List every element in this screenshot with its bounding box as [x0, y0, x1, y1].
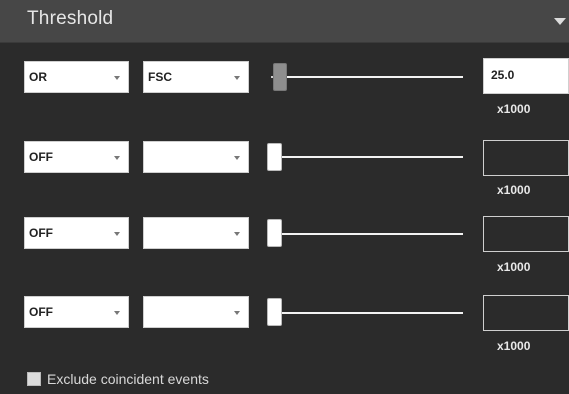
- caret-down-icon: [114, 232, 120, 236]
- parameter-select-value: FSC: [148, 70, 172, 84]
- logic-select-value: OFF: [29, 226, 53, 240]
- threshold-value-text: 25.0: [491, 68, 515, 82]
- slider-thumb[interactable]: [267, 219, 282, 247]
- unit-label: x1000: [497, 339, 531, 353]
- threshold-row: OFF x1000: [0, 140, 569, 200]
- threshold-slider[interactable]: [270, 156, 463, 158]
- exclude-coincident-label: Exclude coincident events: [47, 371, 209, 387]
- threshold-value-input[interactable]: [483, 295, 569, 331]
- threshold-row: OR FSC 25.0 x1000: [0, 58, 569, 118]
- threshold-value-input[interactable]: 25.0: [483, 58, 569, 94]
- caret-down-icon: [234, 232, 240, 236]
- caret-down-icon: [114, 76, 120, 80]
- logic-select-value: OFF: [29, 150, 53, 164]
- threshold-slider[interactable]: [270, 233, 463, 235]
- panel-title: Threshold: [27, 8, 114, 29]
- slider-thumb[interactable]: [267, 143, 282, 171]
- caret-down-icon: [114, 311, 120, 315]
- parameter-select[interactable]: [143, 296, 249, 328]
- chevron-down-icon[interactable]: [554, 18, 566, 25]
- logic-select[interactable]: OFF: [24, 296, 129, 328]
- threshold-panel: Threshold OR FSC 25.0 x1000 OFF x1000 OF…: [0, 0, 569, 394]
- logic-select[interactable]: OR: [24, 61, 129, 93]
- parameter-select[interactable]: [143, 141, 249, 173]
- threshold-row: OFF x1000: [0, 216, 569, 277]
- exclude-coincident-checkbox[interactable]: [27, 372, 41, 386]
- unit-label: x1000: [497, 260, 531, 274]
- caret-down-icon: [114, 156, 120, 160]
- caret-down-icon: [234, 76, 240, 80]
- threshold-slider[interactable]: [282, 76, 463, 78]
- threshold-row: OFF x1000: [0, 295, 569, 356]
- logic-select[interactable]: OFF: [24, 141, 129, 173]
- parameter-select[interactable]: [143, 217, 249, 249]
- slider-thumb[interactable]: [267, 298, 282, 326]
- caret-down-icon: [234, 311, 240, 315]
- threshold-value-input[interactable]: [483, 216, 569, 252]
- slider-thumb[interactable]: [273, 63, 287, 91]
- logic-select[interactable]: OFF: [24, 217, 129, 249]
- unit-label: x1000: [497, 183, 531, 197]
- panel-header[interactable]: Threshold: [0, 0, 569, 43]
- caret-down-icon: [234, 156, 240, 160]
- unit-label: x1000: [497, 102, 531, 116]
- parameter-select[interactable]: FSC: [143, 61, 249, 93]
- threshold-value-input[interactable]: [483, 140, 569, 176]
- logic-select-value: OR: [29, 70, 47, 84]
- threshold-slider[interactable]: [270, 312, 463, 314]
- logic-select-value: OFF: [29, 305, 53, 319]
